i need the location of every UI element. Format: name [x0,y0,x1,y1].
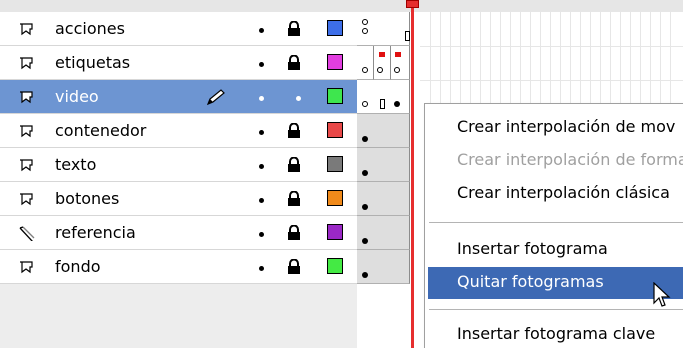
frame-grid-hline [420,80,683,81]
frame-end-marker [380,99,385,109]
keyframe[interactable] [362,238,368,244]
layer-icon [20,261,33,274]
layer-name: etiquetas [55,53,131,72]
visibility-dot[interactable] [259,198,264,203]
playhead[interactable] [411,0,414,348]
layer-color-swatch[interactable] [327,88,343,104]
layer-name: video [55,87,99,106]
layer-row-video[interactable]: video [0,80,357,114]
layer-row-etiquetas[interactable]: etiquetas [0,46,357,80]
keyframe-empty[interactable] [362,28,368,34]
frame-end-marker [405,31,410,41]
frame-span-texto[interactable] [357,148,410,182]
layer-row-contenedor[interactable]: contenedor [0,114,357,148]
lock-icon[interactable] [287,21,301,37]
layer-icon [20,125,33,138]
frame-span-contenedor[interactable] [357,114,410,148]
frame-span-fondo[interactable] [357,250,410,284]
lock-toggle-dot[interactable] [296,96,301,101]
visibility-dot[interactable] [259,164,264,169]
guide-layer-icon [19,226,35,241]
keyframe-empty[interactable] [362,67,368,73]
keyframe[interactable] [394,101,400,107]
frame-span-etiquetas[interactable] [357,46,374,80]
keyframe[interactable] [362,204,368,210]
keyframe[interactable] [362,272,368,278]
layer-color-swatch[interactable] [327,54,343,70]
visibility-dot[interactable] [259,96,264,101]
layer-icon [20,159,33,172]
frame-grid-hline [420,46,683,47]
layer-row-texto[interactable]: texto [0,148,357,182]
layer-color-swatch[interactable] [327,224,343,240]
playhead-handle[interactable] [406,0,419,8]
layer-name: texto [55,155,97,174]
keyframe-empty[interactable] [394,67,400,73]
pencil-icon [206,89,225,106]
menu-item-create-shape-tween: Crear interpolación de forma [457,150,683,169]
menu-item-remove-frames[interactable]: Quitar fotogramas [428,267,683,299]
context-menu: Crear interpolación de mov Crear interpo… [424,103,683,348]
keyframe[interactable] [362,170,368,176]
layers-empty-area [0,284,357,348]
layer-row-fondo[interactable]: fondo [0,250,357,284]
layer-color-swatch[interactable] [327,190,343,206]
layer-color-swatch[interactable] [327,20,343,36]
keyframe-empty[interactable] [362,101,368,107]
layer-icon [20,57,33,70]
menu-separator [429,309,683,310]
layer-color-swatch[interactable] [327,122,343,138]
layer-name: fondo [55,257,101,276]
layer-icon [20,193,33,206]
layer-row-referencia[interactable]: referencia [0,216,357,250]
layer-name: contenedor [55,121,147,140]
layer-color-swatch[interactable] [327,156,343,172]
frame-span-referencia[interactable] [357,216,410,250]
layer-name: acciones [55,19,125,38]
visibility-dot[interactable] [259,62,264,67]
visibility-dot[interactable] [259,130,264,135]
layer-row-acciones[interactable]: acciones [0,12,357,46]
lock-icon[interactable] [287,259,301,275]
visibility-dot[interactable] [259,28,264,33]
frame-span-botones[interactable] [357,182,410,216]
layer-name: referencia [55,223,136,242]
menu-separator [429,222,683,223]
lock-icon[interactable] [287,157,301,173]
lock-icon[interactable] [287,55,301,71]
label-flag-icon [395,52,401,57]
flash-timeline-window: acciones etiquetas video contenedor text… [0,0,683,348]
layers-panel: acciones etiquetas video contenedor text… [0,12,358,348]
layer-color-swatch[interactable] [327,258,343,274]
lock-icon[interactable] [287,225,301,241]
layer-icon [20,23,33,36]
keyframe[interactable] [362,136,368,142]
layer-icon [20,91,33,104]
menu-item-insert-frame[interactable]: Insertar fotograma [425,234,683,266]
layer-name: botones [55,189,120,208]
menu-item-create-classic-tween[interactable]: Crear interpolación clásica [425,178,683,210]
visibility-dot[interactable] [259,266,264,271]
lock-icon[interactable] [287,123,301,139]
arrow-cursor-icon [653,282,671,307]
visibility-dot[interactable] [259,232,264,237]
menu-item-insert-keyframe[interactable]: Insertar fotograma clave [425,319,683,348]
keyframe-empty[interactable] [362,19,368,25]
layer-row-botones[interactable]: botones [0,182,357,216]
keyframe-empty[interactable] [377,67,383,73]
label-flag-icon [379,52,385,57]
menu-item-create-motion-tween[interactable]: Crear interpolación de mov [425,112,683,144]
lock-icon[interactable] [287,191,301,207]
